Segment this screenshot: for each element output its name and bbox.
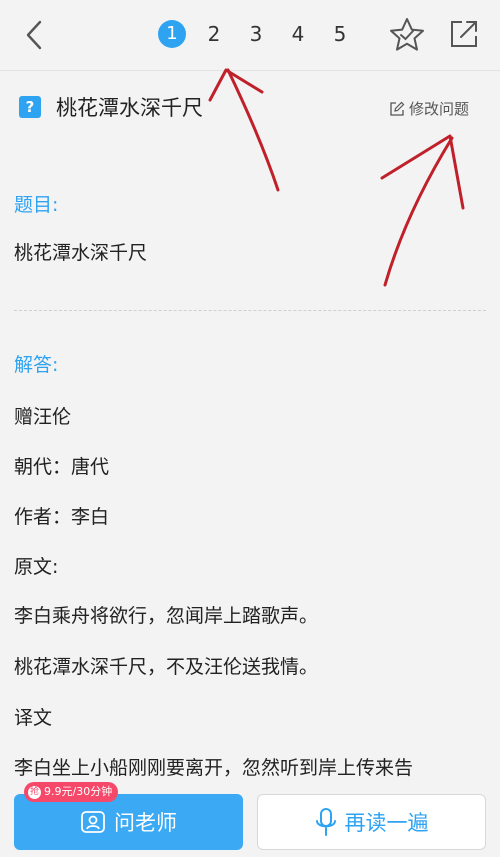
- teacher-icon: [81, 811, 105, 833]
- share-external-icon: [451, 21, 477, 47]
- answer-line-8: 李白坐上小船刚刚要离开，忽然听到岸上传来告: [14, 757, 414, 779]
- chevron-left-icon: [26, 20, 42, 50]
- microphone-icon: [315, 808, 336, 836]
- favorite-button[interactable]: [388, 16, 426, 54]
- page-4[interactable]: 4: [284, 20, 312, 48]
- back-button[interactable]: [18, 18, 52, 52]
- read-again-label: 再读一遍: [344, 811, 429, 835]
- answer-line-3: 作者：李白: [14, 506, 110, 528]
- question-header: ? 桃花潭水深千尺 修改问题: [0, 72, 500, 142]
- prompt-text: 桃花潭水深千尺: [14, 242, 148, 264]
- answer-label: 解答:: [14, 354, 59, 376]
- bottom-action-bar: 问老师 抢 9.9元/30分钟 再读一遍: [0, 782, 500, 857]
- edit-question-button[interactable]: 修改问题: [389, 98, 469, 119]
- edit-icon: [390, 101, 405, 116]
- edit-question-label: 修改问题: [409, 100, 470, 118]
- arrow-to-edit: [380, 134, 465, 287]
- question-title: 桃花潭水深千尺: [56, 96, 203, 120]
- page-3[interactable]: 3: [242, 20, 270, 48]
- price-badge-icon: 抢: [28, 785, 41, 799]
- page-5[interactable]: 5: [326, 20, 354, 48]
- answer-line-4: 原文:: [14, 556, 59, 578]
- ask-teacher-button[interactable]: 问老师: [14, 794, 243, 850]
- question-icon: ?: [19, 96, 41, 118]
- price-badge-text: 9.9元/30分钟: [44, 785, 113, 798]
- price-badge: 抢 9.9元/30分钟: [24, 782, 119, 802]
- question-pager: 1 2 3 4 5: [158, 20, 354, 48]
- answer-line-5: 李白乘舟将欲行，忽闻岸上踏歌声。: [14, 605, 319, 627]
- section-divider: [14, 310, 486, 311]
- page-1[interactable]: 1: [158, 20, 186, 48]
- ask-teacher-label: 问老师: [114, 811, 177, 835]
- answer-line-7: 译文: [14, 707, 53, 729]
- star-icon: [390, 18, 424, 51]
- page-2[interactable]: 2: [200, 20, 228, 48]
- read-again-button[interactable]: 再读一遍: [257, 794, 486, 850]
- answer-line-6: 桃花潭水深千尺，不及汪伦送我情。: [14, 656, 319, 678]
- answer-line-1: 赠汪伦: [14, 406, 72, 428]
- answer-line-2: 朝代：唐代: [14, 456, 110, 478]
- prompt-label: 题目:: [14, 194, 59, 216]
- top-nav-bar: 1 2 3 4 5: [0, 0, 500, 71]
- share-button[interactable]: [446, 16, 482, 52]
